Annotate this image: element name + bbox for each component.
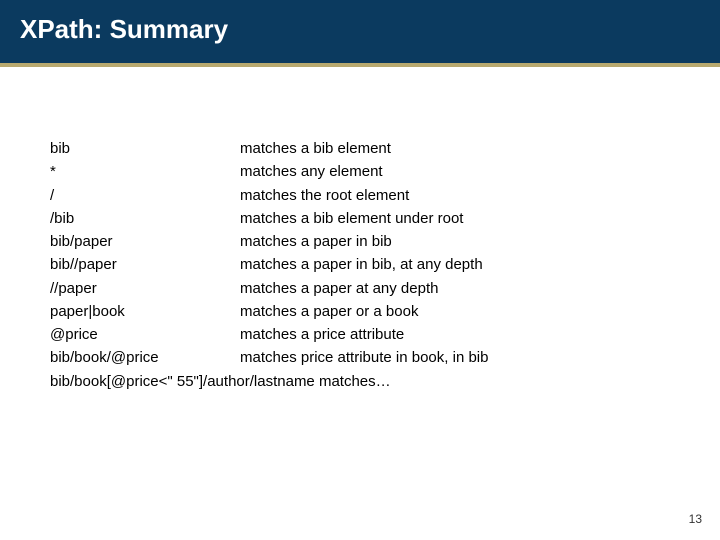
table-row: bib matches a bib element [50, 137, 670, 160]
xpath-desc: matches the root element [240, 184, 670, 207]
xpath-long-row: bib/book[@price<" 55"]/author/lastname m… [50, 370, 670, 393]
xpath-desc: matches price attribute in book, in bib [240, 346, 670, 369]
xpath-desc: matches a paper or a book [240, 300, 670, 323]
xpath-desc: matches a paper in bib [240, 230, 670, 253]
table-row: paper|book matches a paper or a book [50, 300, 670, 323]
xpath-expr: bib [50, 137, 240, 160]
table-row: bib/book/@price matches price attribute … [50, 346, 670, 369]
table-row: /bib matches a bib element under root [50, 207, 670, 230]
slide-body: bib matches a bib element * matches any … [0, 67, 720, 393]
xpath-expr: //paper [50, 277, 240, 300]
table-row: bib//paper matches a paper in bib, at an… [50, 253, 670, 276]
xpath-expr: / [50, 184, 240, 207]
table-row: bib/book[@price<" 55"]/author/lastname m… [50, 370, 670, 393]
xpath-expr: * [50, 160, 240, 183]
table-row: @price matches a price attribute [50, 323, 670, 346]
table-row: bib/paper matches a paper in bib [50, 230, 670, 253]
slide-title: XPath: Summary [0, 0, 720, 67]
xpath-expr: bib/paper [50, 230, 240, 253]
xpath-expr: /bib [50, 207, 240, 230]
xpath-expr: bib//paper [50, 253, 240, 276]
page-number: 13 [689, 512, 702, 526]
xpath-expr: paper|book [50, 300, 240, 323]
xpath-desc: matches any element [240, 160, 670, 183]
xpath-desc: matches a price attribute [240, 323, 670, 346]
table-row: / matches the root element [50, 184, 670, 207]
xpath-desc: matches a paper at any depth [240, 277, 670, 300]
xpath-expr: @price [50, 323, 240, 346]
table-row: * matches any element [50, 160, 670, 183]
xpath-desc: matches a bib element [240, 137, 670, 160]
xpath-desc: matches a bib element under root [240, 207, 670, 230]
xpath-expr: bib/book/@price [50, 346, 240, 369]
table-row: //paper matches a paper at any depth [50, 277, 670, 300]
xpath-desc: matches a paper in bib, at any depth [240, 253, 670, 276]
